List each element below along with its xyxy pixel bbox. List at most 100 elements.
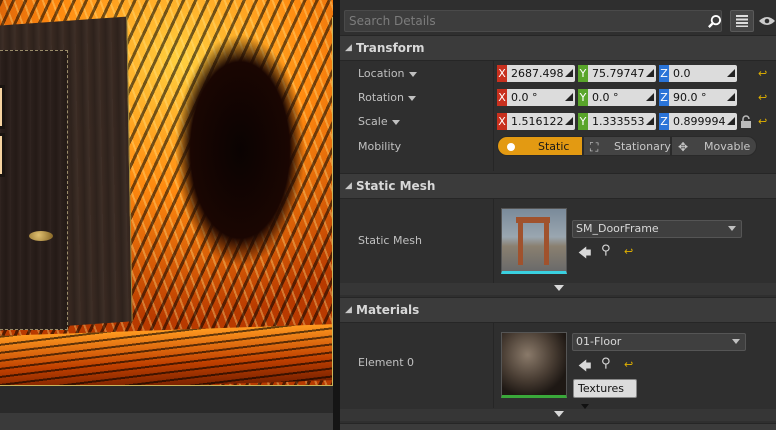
eye-icon [759,17,775,25]
axis-y-label: Y [578,65,588,82]
mobility-option-label: Static [538,140,570,153]
drag-handle-icon[interactable] [565,117,573,125]
viewport-status-strip [0,413,333,430]
location-x-value[interactable]: 2687.498 [507,65,575,82]
material-combo[interactable]: 01-Floor [572,333,746,351]
value-text: 90.0 ° [673,91,707,104]
magnifier-icon[interactable]: ⚲ [601,356,611,371]
value-text: 75.79747 [592,67,645,80]
location-label[interactable]: Location [358,67,417,80]
static-mesh-combo[interactable]: SM_DoorFrame [572,220,742,238]
rotation-z-value[interactable]: 90.0 ° [669,89,737,106]
mobility-option-label: Stationary [614,140,671,153]
mobility-movable-button[interactable]: ✥ Movable [671,136,757,156]
drag-handle-icon[interactable] [646,117,654,125]
materials-advanced-expander[interactable] [340,409,776,421]
material-asset-name: 01-Floor [576,335,622,348]
section-title: Static Mesh [356,179,436,193]
mobility-toggle-group: Static ⛶ Stationary ✥ Movable [497,136,757,156]
chevron-down-icon [391,119,400,125]
drag-handle-icon[interactable] [727,69,735,77]
drag-handle-icon[interactable] [565,69,573,77]
axis-z-label: Z [659,65,669,82]
value-text: 0.0 ° [511,91,538,104]
arrow-left-icon[interactable]: 🡄 [578,357,591,379]
column-divider [493,199,494,283]
axis-y-label: Y [578,89,588,106]
static-icon [507,143,515,151]
collapse-arrow-icon: ◢ [345,181,352,191]
axis-z-label: Z [659,113,669,130]
section-title: Transform [356,41,425,55]
search-icon[interactable] [707,14,722,29]
rotation-label-text: Rotation [358,91,405,104]
location-y-value[interactable]: 75.79747 [588,65,656,82]
materials-section-header[interactable]: ◢ Materials [340,297,776,323]
door-window-pane [0,85,5,129]
value-text: 0.0 ° [592,91,619,104]
rotation-y-value[interactable]: 0.0 ° [588,89,656,106]
search-row [340,6,776,36]
transform-section-header[interactable]: ◢ Transform [340,35,776,61]
reset-arrow-icon[interactable]: ↩ [758,115,767,128]
reset-arrow-icon[interactable]: ↩ [758,91,767,104]
level-viewport[interactable] [0,0,333,386]
scale-z-value[interactable]: 0.899994 [669,113,737,130]
mobility-stationary-button[interactable]: ⛶ Stationary [583,136,671,156]
drag-handle-icon[interactable] [646,69,654,77]
chevron-down-icon [408,71,417,77]
value-text: 1.333553 [592,115,645,128]
reset-arrow-icon[interactable]: ↩ [624,358,633,371]
search-box[interactable] [344,10,722,32]
scale-label-text: Scale [358,115,388,128]
static-mesh-section-header[interactable]: ◢ Static Mesh [340,173,776,199]
axis-x-label: X [497,65,507,82]
door-knob [29,231,53,241]
magnifier-icon[interactable]: ⚲ [601,243,611,258]
chevron-down-icon [732,339,740,344]
static-mesh-asset-name: SM_DoorFrame [576,222,659,235]
next-section-header [340,423,776,430]
panel-splitter[interactable] [333,0,340,430]
materials-row: Element 0 01-Floor 🡄 ⚲ ↩ [340,323,776,408]
scale-x-value[interactable]: 1.516122 [507,113,575,130]
collapse-arrow-icon: ◢ [345,43,352,53]
scale-label[interactable]: Scale [358,115,400,128]
move-arrows-icon: ✥ [678,140,689,154]
reset-arrow-icon[interactable]: ↩ [758,67,767,80]
textures-label: Textures [578,382,624,395]
scale-y-value[interactable]: 1.333553 [588,113,656,130]
floor-mesh [0,324,333,386]
static-mesh-advanced-expander[interactable] [340,283,776,295]
arrow-left-icon[interactable]: 🡄 [578,244,591,266]
search-input[interactable] [349,13,689,29]
door-leaf-mesh [0,50,68,330]
rotation-x-value[interactable]: 0.0 ° [507,89,575,106]
drag-handle-icon[interactable] [727,93,735,101]
value-text: 0.899994 [673,115,726,128]
drag-handle-icon[interactable] [646,93,654,101]
mobility-static-button[interactable]: Static [497,136,583,156]
expand-down-icon [554,411,564,417]
axis-x-label: X [497,89,507,106]
location-z-value[interactable]: 0.0 [669,65,737,82]
grid-view-button[interactable] [730,10,754,32]
chevron-down-icon [581,403,589,409]
reset-arrow-icon[interactable]: ↩ [624,245,633,258]
textures-dropdown-button[interactable]: Textures [573,379,637,409]
door-frame-right [544,221,549,265]
chevron-down-icon [728,226,736,231]
value-text: 0.0 [673,67,691,80]
viewport-bottom-bar [0,386,333,430]
details-panel: ◢ Transform Location X 2687.498 Y 75.797… [340,0,776,430]
static-mesh-thumbnail[interactable] [501,208,567,274]
static-mesh-row: Static Mesh SM_DoorFrame 🡄 ⚲ ↩ [340,199,776,283]
material-thumbnail[interactable] [501,332,567,398]
drag-handle-icon[interactable] [565,93,573,101]
mobility-label: Mobility [358,140,402,153]
rotation-label[interactable]: Rotation [358,91,417,104]
drag-handle-icon[interactable] [727,117,735,125]
lock-icon[interactable] [740,115,752,129]
value-text: 2687.498 [511,67,564,80]
visibility-filter-button[interactable] [758,10,776,32]
